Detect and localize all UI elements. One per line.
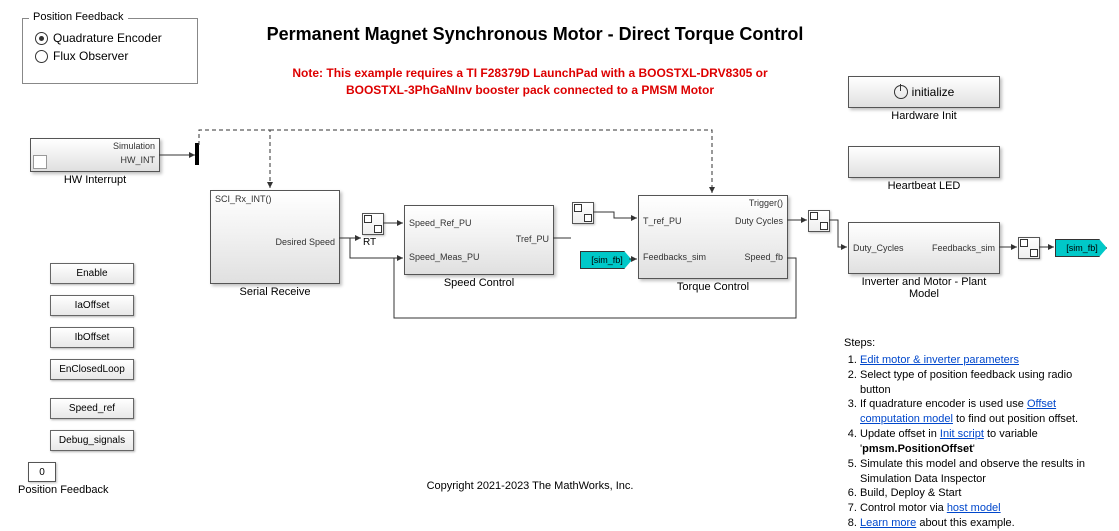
block-label: Heartbeat LED: [849, 180, 999, 192]
steps-heading: Steps:: [844, 336, 1104, 351]
block-label: Inverter and Motor - Plant Model: [849, 276, 999, 300]
fn-label: SCI_Rx_INT(): [215, 194, 272, 204]
radio-quadrature-encoder[interactable]: Quadrature Encoder: [35, 31, 185, 45]
speed-control-block[interactable]: Speed_Ref_PU Speed_Meas_PU Tref_PU Speed…: [404, 205, 554, 275]
subsystem-icon: [33, 155, 47, 169]
posfb-label: Position Feedback: [18, 484, 109, 496]
step-1: Edit motor & inverter parameters: [860, 353, 1104, 368]
port-label: Duty_Cycles: [853, 243, 904, 253]
step-7: Control motor via host model: [860, 501, 1104, 516]
steps-panel: Steps: Edit motor & inverter parameters …: [844, 336, 1104, 531]
plant-model-block[interactable]: Duty_Cycles Feedbacks_sim Inverter and M…: [848, 222, 1000, 274]
link-init-script[interactable]: Init script: [940, 428, 984, 440]
dsm-enable[interactable]: Enable: [50, 263, 134, 284]
rate-transition-block-4[interactable]: [1018, 237, 1040, 259]
port-label: Desired Speed: [275, 237, 335, 247]
serial-receive-block[interactable]: SCI_Rx_INT() Desired Speed Serial Receiv…: [210, 190, 340, 284]
dsm-iboffset[interactable]: IbOffset: [50, 327, 134, 348]
rate-transition-block[interactable]: [362, 213, 384, 235]
diagram-title: Permanent Magnet Synchronous Motor - Dir…: [260, 24, 810, 45]
block-label: HW Interrupt: [31, 174, 159, 186]
port-label: Feedbacks_sim: [932, 243, 995, 253]
terminator-icon: [195, 143, 199, 165]
rate-transition-block-2[interactable]: [572, 202, 594, 224]
radio-flux-observer[interactable]: Flux Observer: [35, 49, 185, 63]
step-3: If quadrature encoder is used use Offset…: [860, 397, 1104, 427]
port-label: Speed_Meas_PU: [409, 252, 480, 262]
port-label: Duty Cycles: [735, 216, 783, 226]
radio-icon: [35, 32, 48, 45]
position-feedback-panel: Position Feedback Quadrature Encoder Flu…: [22, 18, 198, 84]
block-label: Torque Control: [639, 281, 787, 293]
posfb-constant[interactable]: 0: [28, 462, 56, 482]
fn-label: Simulation: [113, 141, 155, 151]
step-8: Learn more about this example.: [860, 516, 1104, 531]
step-4: Update offset in Init script to variable…: [860, 427, 1104, 457]
fn-label: Trigger(): [749, 198, 783, 208]
copyright-text: Copyright 2021-2023 The MathWorks, Inc.: [380, 480, 680, 492]
dsm-enclosedloop[interactable]: EnClosedLoop: [50, 359, 134, 380]
hw-interrupt-block[interactable]: Simulation HW_INT HW Interrupt: [30, 138, 160, 172]
dsm-debugsignals[interactable]: Debug_signals: [50, 430, 134, 451]
port-label: Feedbacks_sim: [643, 252, 706, 262]
panel-title: Position Feedback: [29, 11, 128, 23]
block-label: Hardware Init: [849, 110, 999, 122]
hardware-init-block[interactable]: initialize Hardware Init: [848, 76, 1000, 108]
link-edit-params[interactable]: Edit motor & inverter parameters: [860, 354, 1019, 366]
port-label: Speed_fb: [744, 252, 783, 262]
goto-tag-simfb[interactable]: [sim_fb]: [1055, 239, 1107, 257]
block-label: Speed Control: [405, 277, 553, 289]
rate-transition-block-3[interactable]: [808, 210, 830, 232]
dsm-iaoffset[interactable]: IaOffset: [50, 295, 134, 316]
rt-label: RT: [363, 237, 376, 248]
step-5: Simulate this model and observe the resu…: [860, 457, 1104, 487]
port-label: T_ref_PU: [643, 216, 682, 226]
step-6: Build, Deploy & Start: [860, 486, 1104, 501]
block-label: Serial Receive: [211, 286, 339, 298]
from-tag-simfb[interactable]: [sim_fb]: [580, 251, 632, 269]
step-2: Select type of position feedback using r…: [860, 368, 1104, 398]
dsm-speedref[interactable]: Speed_ref: [50, 398, 134, 419]
requirement-note: Note: This example requires a TI F28379D…: [230, 65, 830, 99]
port-label: Speed_Ref_PU: [409, 218, 472, 228]
port-label: Tref_PU: [516, 234, 549, 244]
link-host-model[interactable]: host model: [947, 502, 1001, 514]
radio-icon: [35, 50, 48, 63]
heartbeat-led-block[interactable]: Heartbeat LED: [848, 146, 1000, 178]
link-learn-more[interactable]: Learn more: [860, 517, 916, 529]
torque-control-block[interactable]: Trigger() T_ref_PU Feedbacks_sim Duty Cy…: [638, 195, 788, 279]
port-label: HW_INT: [121, 155, 156, 165]
power-icon: [894, 85, 908, 99]
